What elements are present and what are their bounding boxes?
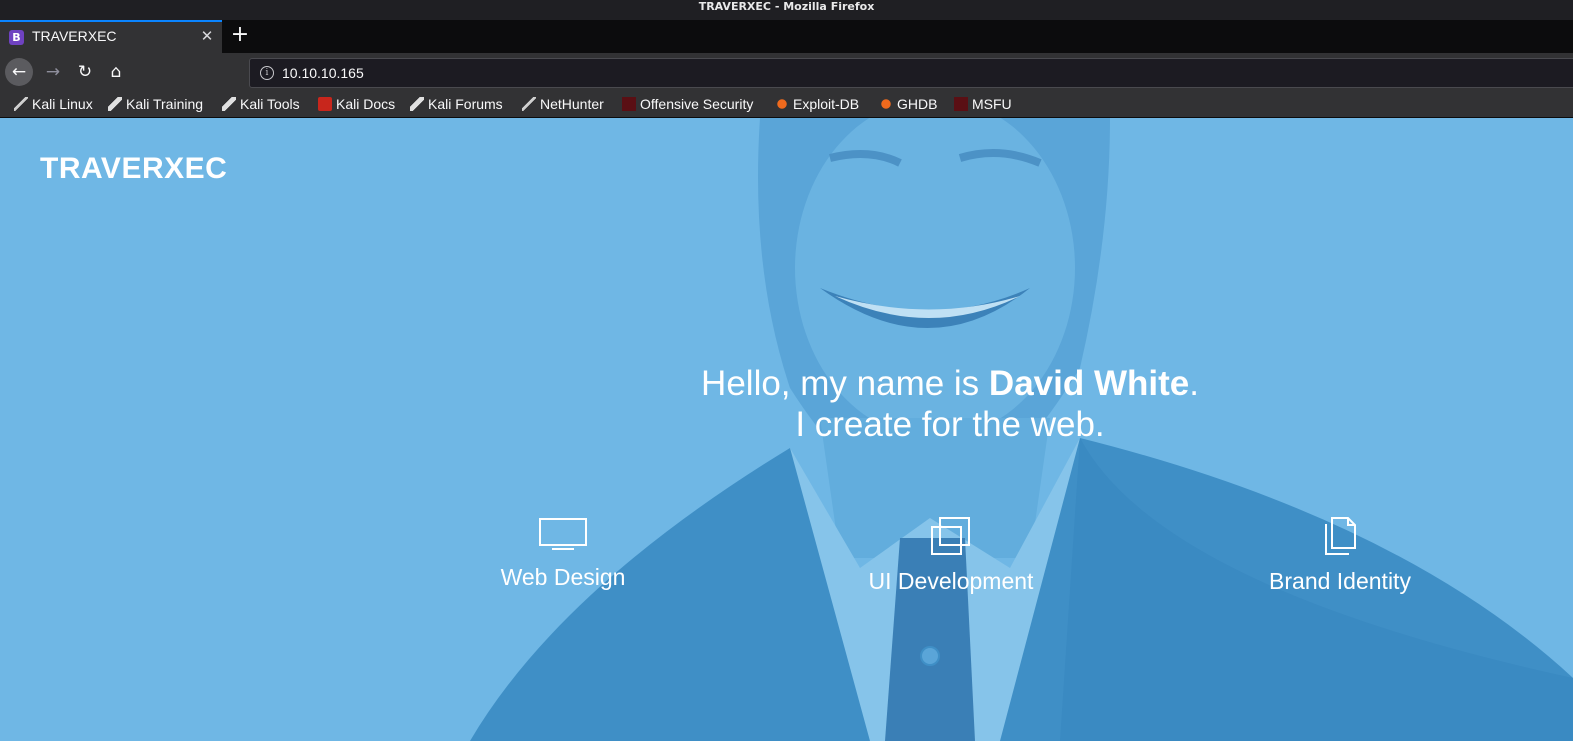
- home-button[interactable]: ⌂: [102, 58, 130, 86]
- monitor-icon: [539, 518, 587, 550]
- bookmark-kali-linux[interactable]: Kali Linux: [14, 95, 93, 113]
- bootstrap-favicon-icon: B: [9, 30, 24, 45]
- exploit-db-icon: [775, 97, 789, 111]
- bookmark-label: Kali Linux: [32, 96, 93, 112]
- offsec-icon: [622, 97, 636, 111]
- page-content: TRAVERXEC Hello, my name is David White.…: [0, 118, 1573, 741]
- headline-name: David White: [988, 364, 1190, 403]
- bookmark-kali-docs[interactable]: Kali Docs: [318, 95, 395, 113]
- bookmark-kali-training[interactable]: Kali Training: [108, 95, 203, 113]
- bookmark-label: Kali Docs: [336, 96, 396, 112]
- service-label: Brand Identity: [1269, 568, 1411, 594]
- bookmark-label: NetHunter: [540, 96, 604, 112]
- url-text[interactable]: 10.10.10.165: [282, 65, 364, 81]
- kali-tool-icon: [222, 97, 236, 111]
- new-tab-button[interactable]: +: [230, 23, 250, 47]
- documents-icon: [1325, 517, 1356, 555]
- close-tab-icon[interactable]: ✕: [200, 28, 214, 45]
- bookmark-kali-forums[interactable]: Kali Forums: [410, 95, 503, 113]
- service-label: UI Development: [868, 568, 1034, 594]
- bookmark-label: Kali Training: [126, 96, 204, 112]
- bookmark-label: MSFU: [972, 96, 1012, 112]
- bookmark-label: Offensive Security: [640, 96, 754, 112]
- tab-strip: B TRAVERXEC ✕ +: [0, 20, 1573, 53]
- forward-button[interactable]: →: [39, 58, 67, 86]
- bookmark-exploit-db[interactable]: Exploit-DB: [775, 95, 859, 113]
- copy-windows-icon: [931, 517, 970, 555]
- tab-title: TRAVERXEC: [32, 28, 117, 44]
- kali-docs-icon: [318, 97, 332, 111]
- bookmark-label: GHDB: [897, 96, 938, 112]
- bookmark-nethunter[interactable]: NetHunter: [522, 95, 604, 113]
- bookmark-offensive-security[interactable]: Offensive Security: [622, 95, 753, 113]
- bookmark-msfu[interactable]: MSFU: [954, 95, 1012, 113]
- exploit-db-icon: [879, 97, 893, 111]
- reload-button[interactable]: ↻: [71, 58, 99, 86]
- offsec-icon: [954, 97, 968, 111]
- bookmark-label: Exploit-DB: [793, 96, 860, 112]
- service-brand-identity: Brand Identity: [1220, 516, 1460, 595]
- bookmark-kali-tools[interactable]: Kali Tools: [222, 95, 300, 113]
- kali-tool-icon: [410, 97, 424, 111]
- kali-icon: [14, 97, 28, 111]
- url-bar[interactable]: i 10.10.10.165: [249, 58, 1573, 88]
- headline-prefix: Hello, my name is: [701, 364, 989, 403]
- bookmark-ghdb[interactable]: GHDB: [879, 95, 937, 113]
- headline-line-2: I create for the web.: [795, 405, 1105, 444]
- service-web-design: Web Design: [443, 516, 683, 591]
- window-title: TRAVERXEC - Mozilla Firefox: [0, 0, 1573, 20]
- site-info-icon[interactable]: i: [260, 66, 274, 80]
- site-logo[interactable]: TRAVERXEC: [40, 152, 227, 186]
- service-ui-development: UI Development: [831, 516, 1071, 595]
- bookmark-label: Kali Tools: [240, 96, 300, 112]
- headline-line-1: Hello, my name is David White.: [650, 363, 1250, 404]
- navigation-toolbar: ← → ↻ ⌂ i 10.10.10.165: [0, 53, 1573, 91]
- kali-tool-icon: [108, 97, 122, 111]
- back-button[interactable]: ←: [5, 58, 33, 86]
- hero-headline: Hello, my name is David White. I create …: [650, 363, 1250, 445]
- kali-icon: [522, 97, 536, 111]
- headline-suffix: .: [1189, 364, 1199, 403]
- bookmark-label: Kali Forums: [428, 96, 503, 112]
- bookmarks-toolbar: Kali Linux Kali Training Kali Tools Kali…: [0, 91, 1573, 118]
- tab-traverxec[interactable]: B TRAVERXEC ✕: [0, 20, 222, 53]
- service-label: Web Design: [500, 564, 626, 590]
